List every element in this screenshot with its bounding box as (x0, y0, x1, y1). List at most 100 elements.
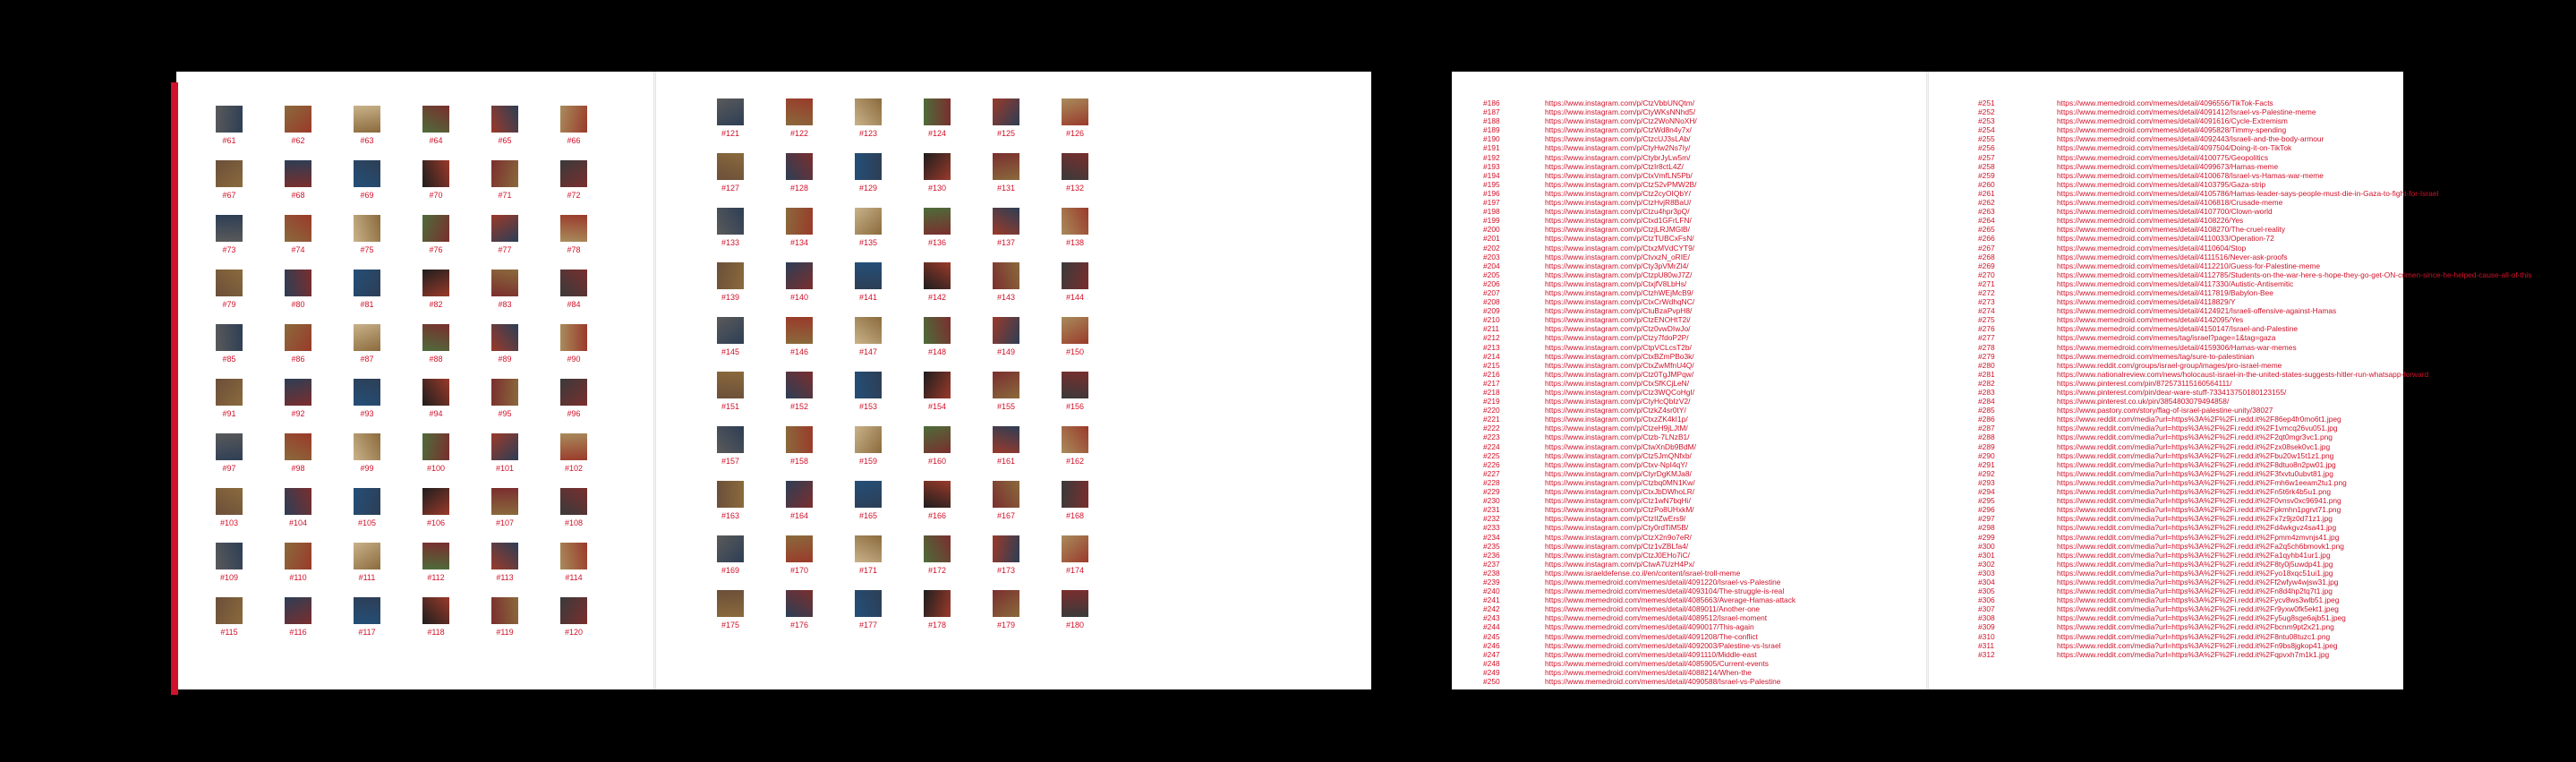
thumbnail-image (717, 98, 744, 125)
meme-thumbnail: #92 (272, 379, 324, 418)
source-url: https://www.instagram.com/p/CtxzZK4kI1p/ (1545, 415, 1688, 424)
index-number: #277 (1978, 333, 1995, 343)
thumbnail-number: #153 (858, 402, 878, 411)
thumbnail-number: #85 (222, 355, 236, 364)
index-number: #203 (1483, 252, 1500, 261)
meme-thumbnail: #118 (410, 597, 462, 637)
thumbnail-image (216, 324, 243, 351)
meme-thumbnail: #129 (842, 153, 894, 193)
meme-thumbnail: #90 (548, 324, 600, 364)
source-url: https://www.instagram.com/p/CtzkZ4sr0tY/ (1545, 406, 1686, 415)
thumbnail-number: #82 (429, 300, 443, 309)
thumbnail-number: #105 (357, 518, 377, 527)
thumbnail-number: #101 (495, 464, 515, 473)
thumbnail-image (354, 270, 380, 296)
source-url: https://www.memedroid.com/memes/detail/4… (2057, 270, 2532, 279)
source-url: https://www.instagram.com/p/Ctz0vwDIwJo/ (1545, 324, 1691, 334)
source-url: https://www.instagram.com/p/CtxSfKCjLeN/ (1545, 378, 1690, 388)
index-number: #275 (1978, 315, 1995, 325)
source-url: https://www.pinterest.co.uk/pin/38548030… (2057, 397, 2230, 407)
source-url: https://www.memedroid.com/memes/detail/4… (1545, 622, 1754, 632)
thumbnail-image (855, 481, 882, 508)
source-url: https://www.reddit.com/media?url=https%3… (2057, 604, 2339, 614)
thumbnail-image (855, 535, 882, 562)
index-number: #260 (1978, 179, 1995, 189)
index-number: #283 (1978, 388, 1995, 397)
meme-thumbnail: #109 (203, 543, 255, 582)
thumbnail-number: #120 (564, 628, 584, 637)
index-number: #233 (1483, 523, 1500, 533)
thumbnail-image (422, 379, 449, 406)
meme-thumbnail: #177 (842, 590, 894, 629)
index-number: #239 (1483, 577, 1500, 586)
index-number: #242 (1483, 604, 1500, 614)
thumbnail-image (216, 215, 243, 242)
index-number: #256 (1978, 143, 1995, 153)
thumbnail-image (786, 153, 813, 180)
thumbnail-image (786, 372, 813, 398)
thumbnail-image (786, 481, 813, 508)
source-url: https://www.instagram.com/p/CtyWKsNNhd5/ (1545, 107, 1696, 117)
thumbnail-image (1062, 262, 1088, 289)
index-number: #240 (1483, 586, 1500, 596)
thumbnail-number: #177 (858, 621, 878, 629)
meme-thumbnail: #161 (980, 426, 1032, 466)
thumbnail-number: #155 (996, 402, 1016, 411)
index-number: #204 (1483, 261, 1500, 270)
meme-thumbnail: #127 (704, 153, 756, 193)
thumbnail-number: #165 (858, 511, 878, 520)
meme-thumbnail: #154 (911, 372, 963, 411)
thumbnail-number: #142 (927, 293, 947, 302)
thumbnail-image (422, 270, 449, 296)
red-binding-edge (171, 82, 178, 695)
source-url: https://www.memedroid.com/memes/detail/4… (2057, 125, 2287, 135)
thumbnail-number: #102 (564, 464, 584, 473)
thumbnail-number: #62 (291, 136, 305, 145)
source-url: https://www.instagram.com/p/CtyHw2Ns7Iy/ (1545, 143, 1691, 153)
thumbnail-number: #127 (721, 184, 740, 193)
meme-thumbnail: #158 (773, 426, 825, 466)
meme-thumbnail: #130 (911, 153, 963, 193)
thumbnail-number: #145 (721, 347, 740, 356)
meme-thumbnail: #123 (842, 98, 894, 138)
meme-thumbnail: #80 (272, 270, 324, 309)
meme-thumbnail: #180 (1049, 590, 1101, 629)
thumbnail-image (1062, 98, 1088, 125)
meme-thumbnail: #132 (1049, 153, 1101, 193)
meme-thumbnail: #121 (704, 98, 756, 138)
thumbnail-number: #163 (721, 511, 740, 520)
thumbnail-number: #66 (567, 136, 581, 145)
source-url: https://www.instagram.com/p/CtzjLRJMGlB/ (1545, 225, 1690, 235)
index-number: #234 (1483, 532, 1500, 542)
index-number: #213 (1483, 342, 1500, 352)
thumbnail-image (354, 215, 380, 242)
source-url: https://www.reddit.com/media?url=https%3… (2057, 559, 2333, 569)
source-url: https://www.instagram.com/p/CtzpU80wJ7Z/ (1545, 270, 1693, 279)
meme-thumbnail: #116 (272, 597, 324, 637)
index-number: #222 (1483, 424, 1500, 433)
source-url: https://www.reddit.com/media?url=https%3… (2057, 550, 2331, 560)
thumbnail-image (993, 153, 1019, 180)
source-url: https://www.instagram.com/p/CtwXnDb9BdM/ (1545, 441, 1696, 451)
thumbnail-number: #146 (789, 347, 809, 356)
thumbnail-number: #111 (358, 573, 376, 582)
thumbnail-number: #134 (789, 238, 809, 247)
book-spine (1926, 72, 1929, 689)
index-number: #194 (1483, 170, 1500, 180)
thumbnail-number: #173 (996, 566, 1016, 575)
source-url: https://www.memedroid.com/memes/detail/4… (1545, 667, 1752, 677)
meme-thumbnail: #133 (704, 208, 756, 247)
meme-thumbnail: #128 (773, 153, 825, 193)
meme-thumbnail: #89 (479, 324, 531, 364)
thumbnail-number: #97 (222, 464, 236, 473)
meme-thumbnail: #67 (203, 160, 255, 200)
source-url: https://www.reddit.com/media?url=https%3… (2057, 586, 2333, 596)
thumbnail-number: #79 (222, 300, 236, 309)
thumbnail-image (560, 106, 587, 133)
thumbnail-image (491, 543, 518, 569)
source-url: https://www.memedroid.com/memes/detail/4… (2057, 324, 2299, 334)
thumbnail-number: #106 (426, 518, 446, 527)
thumbnail-image (491, 488, 518, 515)
source-url: https://www.reddit.com/media?url=https%3… (2057, 505, 2341, 515)
thumbnail-image (1062, 372, 1088, 398)
